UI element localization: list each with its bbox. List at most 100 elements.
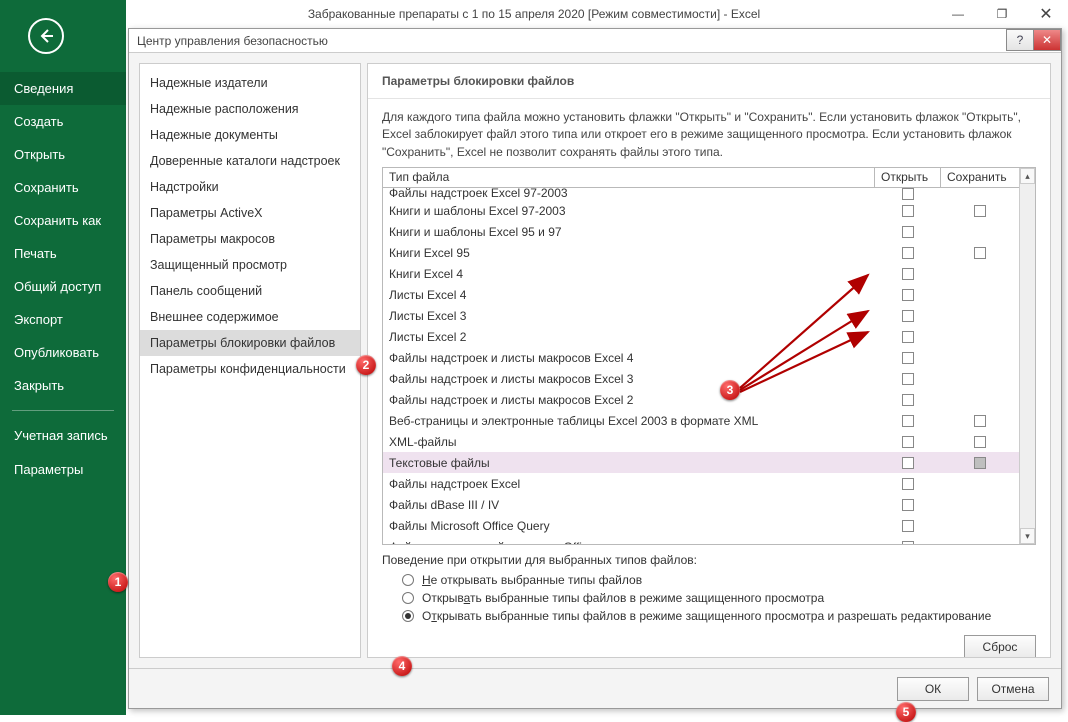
checkbox-open[interactable] [902,310,914,322]
checkbox-open[interactable] [902,289,914,301]
cell-filetype: Файлы надстроек Excel 97-2003 [383,188,875,200]
file-block-table: Тип файла Открыть Сохранить ▴ Файлы надс… [382,167,1036,545]
reset-button[interactable]: Сброс [964,635,1036,658]
table-row[interactable]: Файлы надстроек и листы макросов Excel 2 [383,389,1019,410]
dialog-title: Центр управления безопасностью [137,34,328,48]
checkbox-save[interactable] [974,457,986,469]
category-item[interactable]: Надежные издатели [140,70,360,96]
checkbox-open[interactable] [902,457,914,469]
table-row[interactable]: Файлы надстроек и листы макросов Excel 3 [383,368,1019,389]
window-minimize-button[interactable]: — [936,0,980,28]
category-item[interactable]: Надежные документы [140,122,360,148]
scroll-down-button[interactable]: ▾ [1020,528,1035,544]
checkbox-open[interactable] [902,205,914,217]
radio-button[interactable] [402,610,414,622]
category-item[interactable]: Панель сообщений [140,278,360,304]
cell-open [875,436,941,448]
scrollbar-track[interactable]: ▾ [1019,188,1035,544]
cell-open [875,247,941,259]
window-close-button[interactable]: ✕ [1024,0,1068,28]
scroll-up-button[interactable]: ▴ [1020,168,1035,184]
rail-options[interactable]: Параметры [0,453,126,486]
checkbox-open[interactable] [902,247,914,259]
rail-item[interactable]: Сохранить [0,171,126,204]
rail-item[interactable]: Опубликовать [0,336,126,369]
rail-item[interactable]: Открыть [0,138,126,171]
checkbox-save[interactable] [974,436,986,448]
dialog-help-button[interactable]: ? [1006,29,1034,51]
checkbox-open[interactable] [902,478,914,490]
checkbox-open[interactable] [902,436,914,448]
ok-button[interactable]: ОК [897,677,969,701]
table-row[interactable]: Файлы подключений к данным Office [383,536,1019,544]
checkbox-open[interactable] [902,373,914,385]
col-save[interactable]: Сохранить [941,168,1019,187]
behavior-title: Поведение при открытии для выбранных тип… [382,553,1036,567]
table-row[interactable]: Файлы надстроек и листы макросов Excel 4 [383,347,1019,368]
rail-item[interactable]: Закрыть [0,369,126,402]
checkbox-save[interactable] [974,247,986,259]
rail-item[interactable]: Сохранить как [0,204,126,237]
dialog-close-button[interactable]: ✕ [1033,29,1061,51]
table-row[interactable]: Листы Excel 3 [383,305,1019,326]
radio-option[interactable]: Открывать выбранные типы файлов в режиме… [382,589,1036,607]
category-item[interactable]: Надстройки [140,174,360,200]
radio-label: Не открывать выбранные типы файлов [422,573,642,587]
table-row[interactable]: Книги и шаблоны Excel 97-2003 [383,200,1019,221]
table-row[interactable]: Файлы dBase III / IV [383,494,1019,515]
checkbox-open[interactable] [902,394,914,406]
table-row[interactable]: Книги Excel 4 [383,263,1019,284]
radio-option[interactable]: Не открывать выбранные типы файлов [382,571,1036,589]
table-row[interactable]: Файлы надстроек Excel [383,473,1019,494]
category-item[interactable]: Параметры блокировки файлов [140,330,360,356]
table-row[interactable]: XML-файлы [383,431,1019,452]
cell-filetype: Книги и шаблоны Excel 97-2003 [383,204,875,218]
category-item[interactable]: Параметры макросов [140,226,360,252]
checkbox-open[interactable] [902,226,914,238]
cell-open [875,310,941,322]
table-row[interactable]: Листы Excel 4 [383,284,1019,305]
rail-item[interactable]: Сведения [0,72,126,105]
back-button[interactable] [28,18,64,54]
cancel-button[interactable]: Отмена [977,677,1049,701]
radio-button[interactable] [402,574,414,586]
col-filetype[interactable]: Тип файла [383,168,875,187]
table-row[interactable]: Файлы Microsoft Office Query [383,515,1019,536]
category-item[interactable]: Параметры конфиденциальности [140,356,360,382]
table-row[interactable]: Текстовые файлы [383,452,1019,473]
checkbox-save[interactable] [974,205,986,217]
checkbox-open[interactable] [902,188,914,200]
checkbox-open[interactable] [902,541,914,545]
table-row[interactable]: Листы Excel 2 [383,326,1019,347]
category-item[interactable]: Доверенные каталоги надстроек [140,148,360,174]
rail-item[interactable]: Экспорт [0,303,126,336]
rail-item[interactable]: Печать [0,237,126,270]
checkbox-open[interactable] [902,520,914,532]
callout-3: 3 [720,380,740,400]
category-item[interactable]: Защищенный просмотр [140,252,360,278]
rail-account[interactable]: Учетная запись [0,419,126,453]
checkbox-open[interactable] [902,331,914,343]
table-row[interactable]: Файлы надстроек Excel 97-2003 [383,188,1019,200]
checkbox-open[interactable] [902,352,914,364]
category-item[interactable]: Внешнее содержимое [140,304,360,330]
rail-item[interactable]: Общий доступ [0,270,126,303]
table-row[interactable]: Книги и шаблоны Excel 95 и 97 [383,221,1019,242]
radio-option[interactable]: Открывать выбранные типы файлов в режиме… [382,607,1036,625]
cell-open [875,352,941,364]
col-open[interactable]: Открыть [875,168,941,187]
checkbox-open[interactable] [902,499,914,511]
cell-open [875,373,941,385]
table-row[interactable]: Веб-страницы и электронные таблицы Excel… [383,410,1019,431]
radio-button[interactable] [402,592,414,604]
checkbox-open[interactable] [902,415,914,427]
table-row[interactable]: Книги Excel 95 [383,242,1019,263]
checkbox-save[interactable] [974,415,986,427]
category-list: Надежные издателиНадежные расположенияНа… [139,63,361,658]
checkbox-open[interactable] [902,268,914,280]
category-item[interactable]: Надежные расположения [140,96,360,122]
window-maximize-button[interactable]: ❐ [980,0,1024,28]
cell-open [875,188,941,200]
rail-item[interactable]: Создать [0,105,126,138]
category-item[interactable]: Параметры ActiveX [140,200,360,226]
